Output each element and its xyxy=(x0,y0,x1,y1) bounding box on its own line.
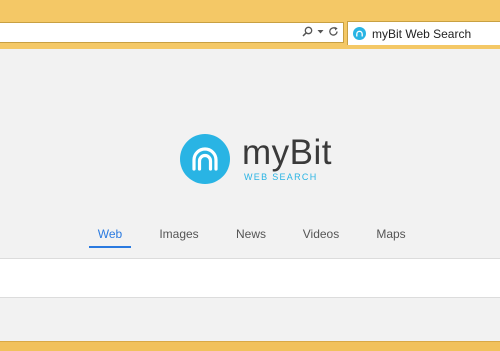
tab-news[interactable]: News xyxy=(236,227,266,246)
search-category-tabs: Web Images News Videos Maps xyxy=(0,227,500,249)
active-tab-underline xyxy=(89,246,131,248)
logo-name: myBit xyxy=(242,133,332,172)
mybit-favicon-icon xyxy=(353,27,366,40)
search-icon[interactable] xyxy=(302,24,313,42)
browser-tab[interactable]: myBit Web Search xyxy=(347,21,500,45)
address-bar-icons xyxy=(302,24,339,42)
tab-videos[interactable]: Videos xyxy=(303,227,339,246)
logo-subtitle: WEB SEARCH xyxy=(244,172,318,182)
tab-maps[interactable]: Maps xyxy=(376,227,405,246)
page-viewport: myBit WEB SEARCH Web Images News Videos … xyxy=(0,49,500,341)
mybit-logo-icon xyxy=(180,134,230,184)
mybit-logo: myBit WEB SEARCH xyxy=(180,133,332,185)
tab-title: myBit Web Search xyxy=(372,26,472,41)
tab-web[interactable]: Web xyxy=(98,227,122,246)
refresh-icon[interactable] xyxy=(328,24,339,42)
logo-text: myBit WEB SEARCH xyxy=(242,133,332,182)
dropdown-arrow-icon[interactable] xyxy=(317,24,324,42)
address-bar[interactable] xyxy=(0,22,344,43)
search-input[interactable] xyxy=(0,258,500,298)
tab-images[interactable]: Images xyxy=(159,227,198,246)
browser-toolbar: myBit Web Search xyxy=(0,0,500,49)
